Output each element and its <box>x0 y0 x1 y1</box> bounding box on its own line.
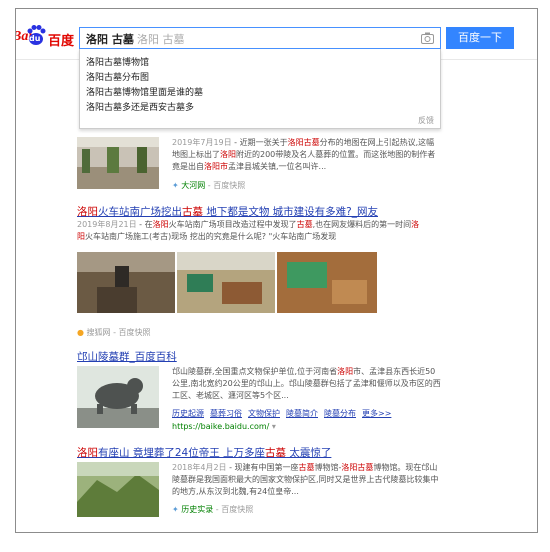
snapshot-link[interactable]: 百度快照 <box>213 181 245 190</box>
link-protection[interactable]: 文物保护 <box>248 409 280 418</box>
result-abstract: 2018年4月2日 - 现建有中国第一座古墓博物馆-洛阳古墓博物馆。现在邙山陵墓… <box>172 462 442 498</box>
highlight-term: 古墓 <box>265 447 287 459</box>
suggestion-item[interactable]: 洛阳古墓博物馆 <box>86 55 149 68</box>
result-date: 2019年7月19日 <box>172 138 232 147</box>
link-distribution[interactable]: 陵墓分布 <box>324 409 356 418</box>
search-query: 洛阳 古墓 <box>86 33 134 46</box>
logo-text: 百度 <box>48 34 75 49</box>
snapshot-link[interactable]: 百度快照 <box>221 505 253 514</box>
highlight-term: 洛阳 <box>152 220 169 229</box>
highlight-term: 洛阳古墓 <box>287 138 320 147</box>
link-more[interactable]: 更多>> <box>362 409 391 418</box>
text-segment: 邙山陵墓群_百度百科 <box>77 351 177 363</box>
result-thumbnail[interactable] <box>77 462 159 517</box>
text-segment: 孟津县城关镇,一位名叫许... <box>228 162 327 171</box>
text-segment: ,也在网友爆料后的第一时间 <box>312 220 412 229</box>
result-title[interactable]: 洛阳有座山 竟埋葬了24位帝王 上万多座古墓 太震惊了 <box>77 445 331 460</box>
result-source: ✦ 历史实录 - 百度快照 <box>172 505 254 514</box>
result-thumbnail[interactable] <box>77 137 159 189</box>
browser-frame: Bai du 百度 洛阳 古墓 洛阳 古墓 百度一下 洛阳古墓博物馆 洛阳古墓分… <box>15 8 538 533</box>
result-abstract: 邙山陵墓群,全国重点文物保护单位,位于河南省洛阳市、孟津县东西长近50公里,南北… <box>172 366 442 402</box>
result-image-strip[interactable] <box>77 252 377 313</box>
result-abstract: 2019年8月21日 - 在洛阳火车站南广场项目改造过程中发现了古墓,也在网友爆… <box>77 219 422 243</box>
thumbnail-image <box>77 137 159 189</box>
highlight-term: 洛阳古墓 <box>341 463 374 472</box>
text-segment: - 现建有中国第一座 <box>226 463 299 472</box>
search-input[interactable]: 洛阳 古墓 洛阳 古墓 <box>79 27 441 49</box>
highlight-term: 古墓 <box>296 220 313 229</box>
highlight-term: 古墓 <box>182 206 203 218</box>
link-intro[interactable]: 陵墓简介 <box>286 409 318 418</box>
result-thumbnail[interactable] <box>77 366 159 428</box>
baidu-logo[interactable]: Bai du 百度 <box>16 23 76 51</box>
result-date: 2019年8月21日 <box>77 220 137 229</box>
suggestion-item[interactable]: 洛阳古墓多还是西安古墓多 <box>86 100 194 113</box>
result-title[interactable]: 邙山陵墓群_百度百科 <box>77 349 177 364</box>
suggestion-item[interactable]: 洛阳古墓博物馆里面是谁的墓 <box>86 85 203 98</box>
logo-du: du <box>29 34 41 43</box>
highlight-term: 洛阳市 <box>204 162 228 171</box>
highlight-term: 洛阳 <box>220 150 236 159</box>
excavation-photos <box>77 252 377 313</box>
text-segment: 邙山陵墓群,全国重点文物保护单位,位于河南省 <box>172 367 338 376</box>
highlight-term: 洛阳 <box>77 206 98 218</box>
statue-image <box>77 366 159 428</box>
highlight-term: 洛阳 <box>337 367 354 376</box>
source-name[interactable]: 大河网 <box>181 181 205 190</box>
mountain-image <box>77 462 159 517</box>
link-history[interactable]: 历史起源 <box>172 409 204 418</box>
suggestion-item[interactable]: 洛阳古墓分布图 <box>86 70 149 83</box>
camera-icon[interactable] <box>421 32 434 44</box>
result-abstract: 2019年7月19日 - 近期一张关于洛阳古墓分布的地图在网上引起热议,这幅地图… <box>172 137 442 173</box>
baike-links: 历史起源 墓葬习俗 文物保护 陵墓简介 陵墓分布 更多>> <box>172 408 397 419</box>
search-button[interactable]: 百度一下 <box>446 27 514 49</box>
snapshot-link[interactable]: 百度快照 <box>119 328 151 337</box>
search-ghost-text: 洛阳 古墓 <box>137 33 185 46</box>
text-segment: 博物馆- <box>314 463 342 472</box>
text-segment: 火车站南广场施工(考古)现场 挖出的究竟是什么呢? "火车站南广场发现 <box>85 232 337 241</box>
text-segment: 太震惊了 <box>286 447 332 459</box>
result-source: ● 搜狐网 - 百度快照 <box>77 328 151 337</box>
highlight-term: 古墓 <box>298 463 315 472</box>
link-customs[interactable]: 墓葬习俗 <box>210 409 242 418</box>
text-segment: - 近期一张关于 <box>231 138 288 147</box>
source-name[interactable]: 搜狐网 <box>87 328 111 337</box>
result-date: 2018年4月2日 <box>172 463 227 472</box>
result-source: ✦ 大河网 - 百度快照 <box>172 181 246 190</box>
source-name[interactable]: 历史实录 <box>181 505 213 514</box>
text-segment: 火车站南广场挖出 <box>98 206 182 218</box>
url-text[interactable]: https://baike.baidu.com/ <box>172 422 269 431</box>
text-segment: 有座山 竟埋葬了24位帝王 上万多座 <box>98 447 266 459</box>
result-title[interactable]: 洛阳火车站南广场挖出古墓 地下都是文物 城市建设有多难?_网友 <box>77 204 378 219</box>
text-segment: 火车站南广场项目改造过程中发现了 <box>168 220 297 229</box>
text-segment: - 在 <box>136 220 153 229</box>
text-segment: 地下都是文物 城市建设有多难?_网友 <box>203 206 378 218</box>
suggestion-dropdown: 洛阳古墓博物馆 洛阳古墓分布图 洛阳古墓博物馆里面是谁的墓 洛阳古墓多还是西安古… <box>79 49 441 129</box>
feedback-link[interactable]: 反馈 <box>418 115 434 126</box>
highlight-term: 洛阳 <box>77 447 98 459</box>
result-url: https://baike.baidu.com/ ▾ <box>172 422 276 431</box>
